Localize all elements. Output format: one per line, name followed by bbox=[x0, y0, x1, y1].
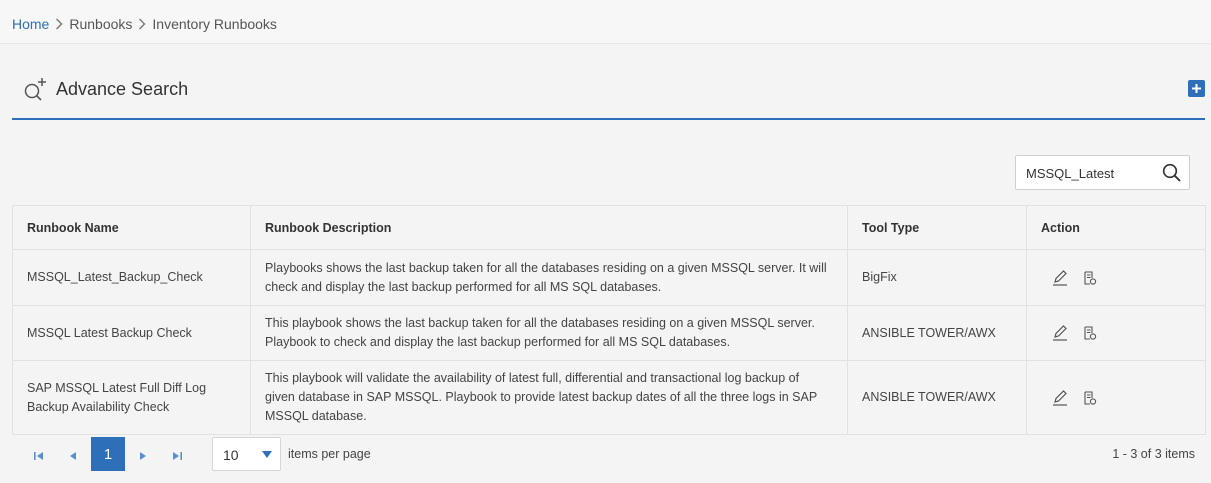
page-size-select[interactable]: 10 bbox=[212, 437, 281, 471]
table-row: MSSQL_Latest_Backup_Check Playbooks show… bbox=[12, 249, 1206, 306]
table-row: MSSQL Latest Backup Check This playbook … bbox=[12, 305, 1206, 361]
document-icon bbox=[1084, 390, 1097, 405]
view-details-button[interactable] bbox=[1081, 389, 1099, 407]
edit-button[interactable] bbox=[1051, 269, 1069, 287]
items-per-page-label: items per page bbox=[288, 447, 371, 461]
runbook-name-cell: MSSQL_Latest_Backup_Check bbox=[12, 249, 251, 306]
pager: 1 10 items per page 1 - 3 of 3 items bbox=[12, 435, 1205, 483]
runbooks-table: Runbook Name Runbook Description Tool Ty… bbox=[12, 205, 1206, 435]
breadcrumb-runbooks-link[interactable]: Runbooks bbox=[69, 16, 132, 32]
search-box bbox=[1015, 155, 1190, 190]
tool-type-cell: BigFix bbox=[847, 249, 1027, 306]
table-header-row: Runbook Name Runbook Description Tool Ty… bbox=[12, 205, 1206, 250]
column-header-tool-type[interactable]: Tool Type bbox=[847, 205, 1027, 250]
action-cell bbox=[1026, 360, 1206, 435]
next-page-icon bbox=[140, 452, 146, 460]
edit-button[interactable] bbox=[1051, 389, 1069, 407]
action-cell bbox=[1026, 305, 1206, 361]
column-header-action: Action bbox=[1026, 205, 1206, 250]
previous-page-button[interactable] bbox=[62, 445, 84, 467]
first-page-button[interactable] bbox=[28, 445, 50, 467]
column-header-runbook-name[interactable]: Runbook Name bbox=[12, 205, 251, 250]
view-details-button[interactable] bbox=[1081, 324, 1099, 342]
runbook-description-cell: This playbook shows the last backup take… bbox=[250, 305, 848, 361]
pencil-icon bbox=[1053, 325, 1067, 341]
previous-page-icon bbox=[70, 452, 76, 460]
search-icon[interactable] bbox=[1162, 163, 1182, 183]
next-page-button[interactable] bbox=[132, 445, 154, 467]
table-row: SAP MSSQL Latest Full Diff Log Backup Av… bbox=[12, 360, 1206, 435]
breadcrumb-home-link[interactable]: Home bbox=[12, 16, 49, 32]
breadcrumb-current: Inventory Runbooks bbox=[152, 16, 277, 32]
plus-icon bbox=[1192, 84, 1201, 93]
advance-search-title[interactable]: Advance Search bbox=[56, 79, 188, 100]
first-page-icon bbox=[34, 452, 43, 460]
tool-type-cell: ANSIBLE TOWER/AWX bbox=[847, 360, 1027, 435]
chevron-down-icon bbox=[262, 451, 272, 458]
runbook-description-cell: This playbook will validate the availabi… bbox=[250, 360, 848, 435]
top-bar: Home Runbooks Inventory Runbooks bbox=[0, 0, 1211, 44]
runbook-description-cell: Playbooks shows the last backup taken fo… bbox=[250, 249, 848, 306]
view-details-button[interactable] bbox=[1081, 269, 1099, 287]
edit-button[interactable] bbox=[1051, 324, 1069, 342]
document-icon bbox=[1084, 270, 1097, 285]
advance-search-header: Advance Search bbox=[12, 44, 1205, 120]
current-page-button[interactable]: 1 bbox=[91, 437, 125, 471]
column-header-runbook-description[interactable]: Runbook Description bbox=[250, 205, 848, 250]
document-icon bbox=[1084, 326, 1097, 340]
chevron-right-icon bbox=[138, 18, 146, 30]
runbook-name-cell: MSSQL Latest Backup Check bbox=[12, 305, 251, 361]
runbooks-panel: Advance Search Runbook Name Runbook Desc… bbox=[0, 44, 1211, 483]
last-page-button[interactable] bbox=[166, 445, 188, 467]
add-runbook-button[interactable] bbox=[1188, 80, 1205, 97]
action-cell bbox=[1026, 249, 1206, 306]
search-plus-icon[interactable] bbox=[23, 77, 49, 101]
page-size-value: 10 bbox=[223, 447, 239, 463]
pencil-icon bbox=[1053, 269, 1067, 286]
last-page-icon bbox=[173, 452, 182, 460]
search-input[interactable] bbox=[1026, 164, 1156, 182]
breadcrumb: Home Runbooks Inventory Runbooks bbox=[12, 16, 277, 32]
tool-type-cell: ANSIBLE TOWER/AWX bbox=[847, 305, 1027, 361]
chevron-right-icon bbox=[55, 18, 63, 30]
runbook-name-cell: SAP MSSQL Latest Full Diff Log Backup Av… bbox=[12, 360, 251, 435]
pencil-icon bbox=[1053, 389, 1067, 406]
pager-info: 1 - 3 of 3 items bbox=[1112, 447, 1195, 461]
